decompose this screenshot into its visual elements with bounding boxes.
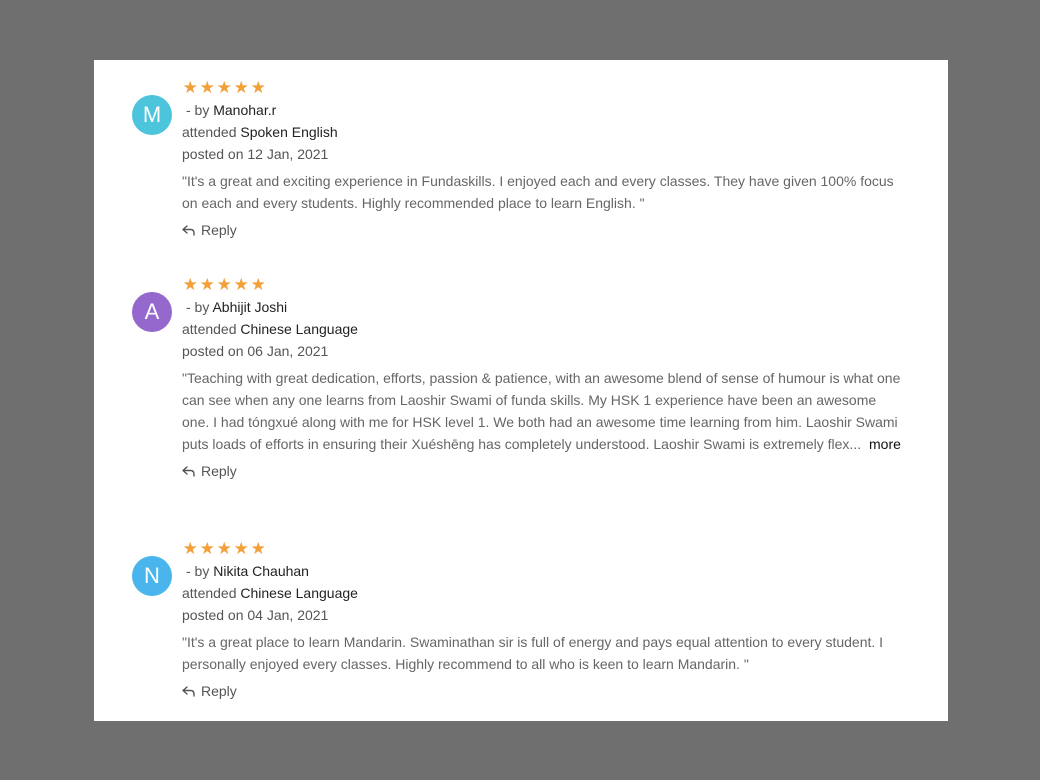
review-author: Abhijit Joshi [212,299,288,315]
review-date: posted on 04 Jan, 2021 [182,607,329,623]
review-content: ★★★★★ - by Abhijit Joshi attended Chines… [182,274,902,482]
attended-prefix: attended [182,321,237,337]
attended-prefix: attended [182,124,237,140]
star-rating: ★★★★★ [182,538,902,560]
review-course: Chinese Language [240,321,358,337]
review-content: ★★★★★ - by Manohar.r attended Spoken Eng… [182,77,902,241]
reply-button[interactable]: Reply [182,460,237,482]
review-author: Nikita Chauhan [213,563,309,579]
reviews-panel: M ★★★★★ - by Manohar.r attended Spoken E… [94,60,948,721]
review-text: "Teaching with great dedication, efforts… [182,367,902,455]
reply-icon [182,685,195,697]
star-rating: ★★★★★ [182,77,902,99]
review-text-body: "Teaching with great dedication, efforts… [182,370,901,452]
star-icon: ★ [216,78,233,97]
review-text: "It's a great and exciting experience in… [182,170,902,214]
by-prefix: - by [186,563,210,579]
star-icon: ★ [199,78,216,97]
reply-label: Reply [201,683,237,699]
star-icon: ★ [216,275,233,294]
avatar: N [132,556,172,596]
reply-button[interactable]: Reply [182,680,237,702]
avatar: A [132,292,172,332]
review-author-line: - by Manohar.r [182,99,902,121]
review-date: posted on 06 Jan, 2021 [182,343,329,359]
star-icon: ★ [216,539,233,558]
reply-button[interactable]: Reply [182,219,237,241]
star-icon: ★ [250,539,267,558]
review-author: Manohar.r [213,102,277,118]
review-text-body: "It's a great and exciting experience in… [182,173,894,211]
star-icon: ★ [233,275,250,294]
reply-label: Reply [201,463,237,479]
star-icon: ★ [250,78,267,97]
review-course: Spoken English [240,124,338,140]
review-date: posted on 12 Jan, 2021 [182,146,329,162]
review-author-line: - by Nikita Chauhan [182,560,902,582]
review-author-line: - by Abhijit Joshi [182,296,902,318]
reply-icon [182,465,195,477]
review-course-line: attended Spoken English [182,121,902,143]
more-link[interactable]: more [869,436,901,452]
star-icon: ★ [233,78,250,97]
reply-label: Reply [201,222,237,238]
by-prefix: - by [186,299,210,315]
by-prefix: - by [186,102,210,118]
review-course-line: attended Chinese Language [182,318,902,340]
reply-icon [182,224,195,236]
review-course-line: attended Chinese Language [182,582,902,604]
star-icon: ★ [182,275,199,294]
star-icon: ★ [182,78,199,97]
star-icon: ★ [199,539,216,558]
review-text-body: "It's a great place to learn Mandarin. S… [182,634,884,672]
star-icon: ★ [250,275,267,294]
review-course: Chinese Language [240,585,358,601]
attended-prefix: attended [182,585,237,601]
star-rating: ★★★★★ [182,274,902,296]
review-text: "It's a great place to learn Mandarin. S… [182,631,902,675]
star-icon: ★ [233,539,250,558]
avatar: M [132,95,172,135]
review-content: ★★★★★ - by Nikita Chauhan attended Chine… [182,538,902,702]
star-icon: ★ [199,275,216,294]
star-icon: ★ [182,539,199,558]
